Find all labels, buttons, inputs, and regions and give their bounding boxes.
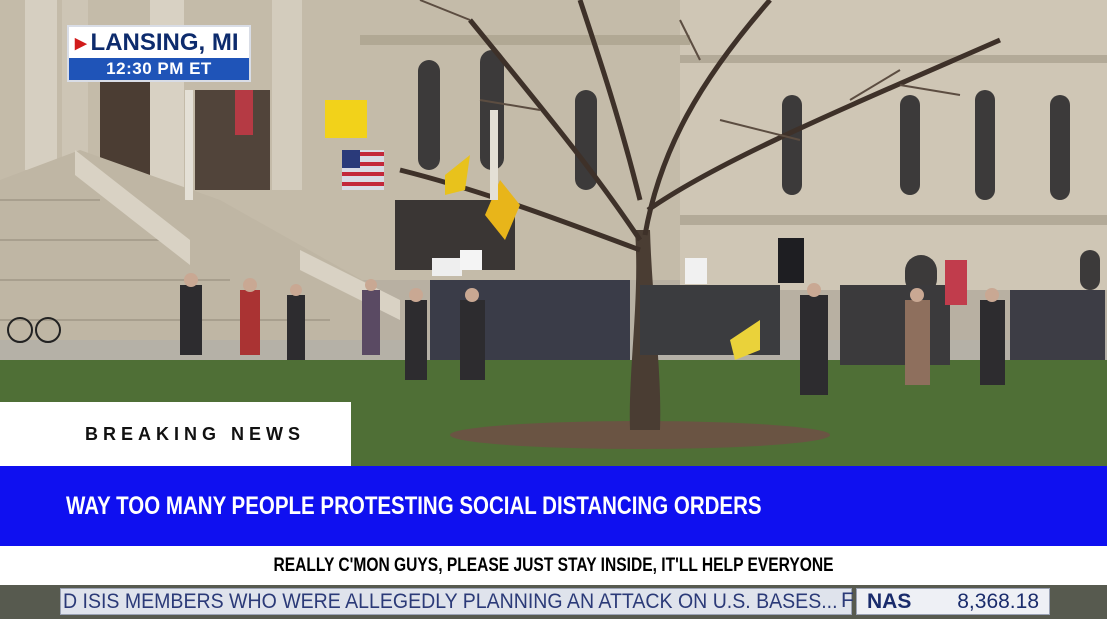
ticker-separator: F (841, 589, 854, 612)
headline-bar: WAY TOO MANY PEOPLE PROTESTING SOCIAL DI… (0, 466, 1107, 546)
stock-value: 8,368.18 (957, 589, 1039, 613)
stock-quote: NAS 8,368.18 (856, 588, 1050, 615)
subheadline-text: REALLY C'MON GUYS, PLEASE JUST STAY INSI… (273, 554, 834, 576)
stock-symbol: NAS (867, 589, 912, 613)
location-row: ▶ LANSING, MI (69, 27, 249, 58)
news-ticker: D ISIS MEMBERS WHO WERE ALLEGEDLY PLANNI… (0, 585, 1107, 619)
ticker-crawl: D ISIS MEMBERS WHO WERE ALLEGEDLY PLANNI… (60, 588, 852, 615)
location-bug: ▶ LANSING, MI 12:30 PM ET (67, 25, 251, 82)
time-label: 12:30 PM ET (69, 58, 249, 80)
breaking-news-label: BREAKING NEWS (85, 423, 306, 444)
location-label: LANSING, MI (90, 28, 239, 56)
headline-text: WAY TOO MANY PEOPLE PROTESTING SOCIAL DI… (66, 491, 762, 520)
ticker-crawl-text: D ISIS MEMBERS WHO WERE ALLEGEDLY PLANNI… (63, 590, 838, 613)
breaking-news-label-box: BREAKING NEWS (0, 402, 351, 466)
play-arrow-icon: ▶ (75, 34, 87, 52)
subheadline-bar: REALLY C'MON GUYS, PLEASE JUST STAY INSI… (0, 546, 1107, 585)
